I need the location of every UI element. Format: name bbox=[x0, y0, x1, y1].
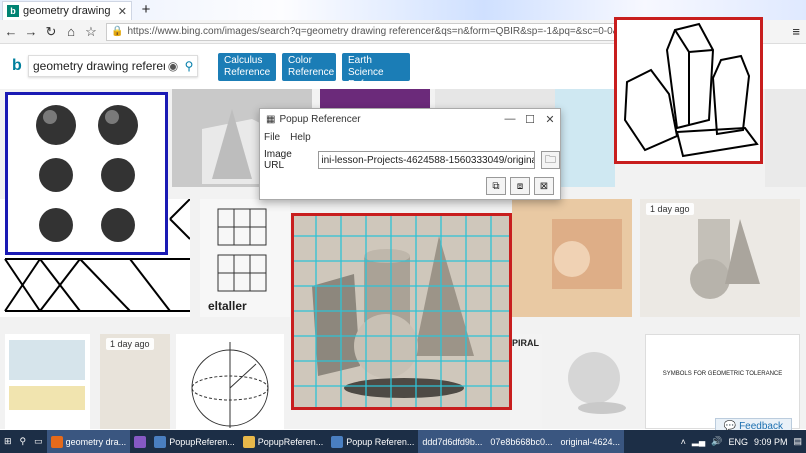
taskbar-search-icon[interactable]: ⚲ bbox=[16, 430, 31, 453]
tab-title: geometry drawing referencer bbox=[23, 5, 114, 17]
popup-referencer-window: ▦ Popup Referencer — ☐ ✕ File Help Image… bbox=[259, 108, 561, 200]
maximize-icon[interactable]: ☐ bbox=[520, 113, 540, 126]
result-thumbnail[interactable] bbox=[5, 334, 90, 429]
result-thumbnail[interactable] bbox=[765, 89, 806, 187]
back-icon[interactable]: ← bbox=[2, 22, 20, 42]
restore-window-icon[interactable]: ⧉ bbox=[486, 177, 506, 195]
folder-icon[interactable]: 🗀 bbox=[540, 151, 560, 169]
taskbar-item-folder[interactable]: PopupReferen... bbox=[239, 430, 328, 453]
taskbar-item-label: PopupReferen... bbox=[257, 436, 324, 447]
result-thumbnail[interactable]: PIRAL bbox=[510, 334, 542, 429]
taskbar-item-label: geometry dra... bbox=[65, 436, 127, 447]
menu-help[interactable]: Help bbox=[290, 132, 311, 143]
bloch-sphere-image bbox=[191, 342, 269, 428]
task-view-icon[interactable]: ▭ bbox=[30, 430, 47, 453]
taskbar-item-image-3[interactable]: original-4624... bbox=[556, 430, 624, 453]
chevron-up-icon[interactable]: ˄ bbox=[681, 437, 686, 447]
result-caption: PIRAL bbox=[512, 338, 539, 348]
result-thumbnail[interactable]: SYMBOLS FOR GEOMETRIC TOLERANCE bbox=[645, 334, 800, 429]
language-indicator[interactable]: ENG bbox=[728, 437, 748, 447]
sphere-studies-image bbox=[36, 105, 138, 242]
popup-titlebar[interactable]: ▦ Popup Referencer — ☐ ✕ bbox=[260, 109, 560, 129]
system-tray: ˄ ▂▄ 🔊 ENG 9:09 PM ▤ bbox=[681, 436, 806, 447]
chip-calculus-reference[interactable]: Calculus Reference bbox=[218, 53, 276, 81]
bing-b-icon[interactable]: b bbox=[12, 57, 22, 75]
notification-icon[interactable]: ▤ bbox=[793, 436, 802, 447]
result-caption: SYMBOLS FOR GEOMETRIC TOLERANCE bbox=[662, 371, 783, 377]
app-icon bbox=[154, 435, 167, 448]
time-badge: 1 day ago bbox=[646, 203, 694, 215]
search-icon[interactable]: ⚲ bbox=[181, 59, 197, 73]
taskbar-item-app-1[interactable]: PopupReferen... bbox=[150, 430, 239, 453]
result-thumbnail[interactable] bbox=[555, 89, 615, 187]
windows-start-icon: ⊞ bbox=[4, 436, 12, 446]
reference-window-crystals[interactable] bbox=[614, 17, 763, 164]
taskbar-item-label: 07e8b668bc0... bbox=[490, 436, 553, 447]
crystal-drawing-image bbox=[623, 22, 759, 158]
new-tab-button[interactable]: + bbox=[139, 1, 153, 18]
reference-window-still-life[interactable] bbox=[291, 213, 512, 410]
popup-title: Popup Referencer bbox=[279, 113, 361, 125]
volume-icon[interactable]: 🔊 bbox=[711, 436, 722, 447]
result-thumbnail[interactable] bbox=[512, 199, 632, 317]
menu-file[interactable]: File bbox=[264, 132, 280, 143]
result-thumbnail[interactable]: 1 day ago bbox=[100, 334, 170, 429]
chip-earth-science-reference[interactable]: Earth Science Reference bbox=[342, 53, 410, 90]
camera-icon[interactable]: ◉ bbox=[165, 59, 181, 73]
bing-logo-icon: b bbox=[7, 5, 19, 17]
result-thumbnail[interactable] bbox=[550, 334, 638, 429]
close-tab-icon[interactable]: ✕ bbox=[118, 5, 127, 18]
app-icon bbox=[331, 435, 344, 448]
app-icon: ▦ bbox=[266, 113, 276, 125]
taskbar-item-label: ddd7d6dfd9b... bbox=[422, 436, 483, 447]
forward-icon[interactable]: → bbox=[22, 22, 40, 42]
taskbar-item-image-1[interactable]: ddd7d6dfd9b... bbox=[418, 430, 487, 453]
clock[interactable]: 9:09 PM bbox=[754, 437, 788, 447]
result-thumbnail[interactable]: eltaller bbox=[200, 199, 290, 317]
image-url-field[interactable]: ini-lesson-Projects-4624588-1560333049/o… bbox=[318, 151, 535, 169]
start-button[interactable]: ⊞ bbox=[0, 430, 16, 453]
result-thumbnail[interactable] bbox=[176, 334, 284, 429]
clear-grid-icon[interactable]: ⊠ bbox=[534, 177, 554, 195]
result-thumbnail[interactable]: 1 day ago bbox=[640, 199, 800, 317]
folder-icon bbox=[242, 435, 255, 448]
close-icon[interactable]: ✕ bbox=[540, 113, 560, 126]
taskbar: ⊞ ⚲ ▭ geometry dra... PopupReferen... Po… bbox=[0, 430, 806, 453]
home-icon[interactable]: ⌂ bbox=[62, 22, 80, 42]
search-box[interactable]: geometry drawing referencer ◉ ⚲ bbox=[28, 55, 198, 77]
taskbar-item-app-2[interactable]: Popup Referen... bbox=[327, 430, 418, 453]
favorite-star-icon[interactable]: ☆ bbox=[82, 22, 100, 42]
pin-window-icon[interactable]: ⧈ bbox=[510, 177, 530, 195]
visual-studio-icon bbox=[134, 435, 147, 448]
popup-menubar: File Help bbox=[260, 129, 560, 145]
menu-icon[interactable]: ≡ bbox=[792, 24, 800, 39]
still-life-grid-image bbox=[294, 216, 509, 407]
taskbar-item-browser[interactable]: geometry dra... bbox=[46, 430, 131, 453]
chip-color-reference[interactable]: Color Reference bbox=[282, 53, 336, 81]
lock-icon: 🔒 bbox=[111, 26, 124, 37]
taskbar-item-image-2[interactable]: 07e8b668bc0... bbox=[486, 430, 557, 453]
taskbar-item-label: PopupReferen... bbox=[169, 436, 235, 447]
refresh-icon[interactable]: ↻ bbox=[42, 22, 60, 42]
image-url-label: Image URL bbox=[264, 149, 292, 171]
reference-window-spheres[interactable] bbox=[5, 92, 168, 255]
browser-tab[interactable]: b geometry drawing referencer ✕ bbox=[2, 1, 132, 20]
url-text: https://www.bing.com/images/search?q=geo… bbox=[127, 26, 684, 37]
taskbar-item-label: Popup Referen... bbox=[346, 436, 415, 447]
taskbar-item-label: original-4624... bbox=[560, 436, 620, 447]
browser-icon bbox=[50, 435, 63, 448]
minimize-icon[interactable]: — bbox=[500, 113, 520, 125]
taskbar-item-vs[interactable] bbox=[130, 430, 150, 453]
result-caption: eltaller bbox=[208, 299, 247, 313]
network-icon[interactable]: ▂▄ bbox=[692, 436, 705, 447]
search-input[interactable]: geometry drawing referencer bbox=[33, 59, 165, 73]
time-badge: 1 day ago bbox=[106, 338, 154, 350]
